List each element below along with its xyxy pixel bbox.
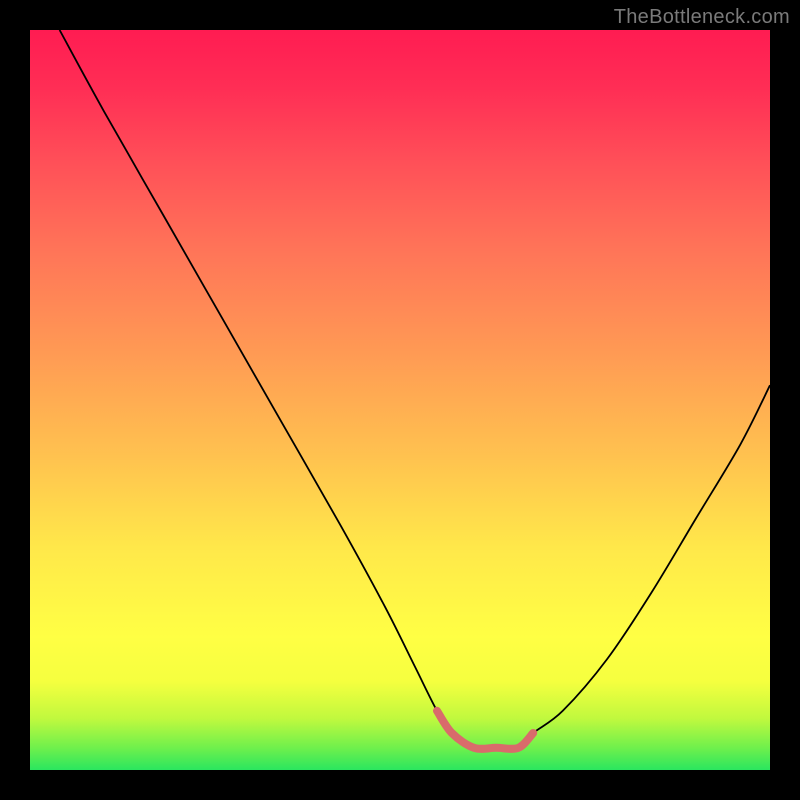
bottleneck-curve: [30, 30, 770, 770]
chart-plot-area: [30, 30, 770, 770]
watermark-text: TheBottleneck.com: [614, 6, 790, 29]
